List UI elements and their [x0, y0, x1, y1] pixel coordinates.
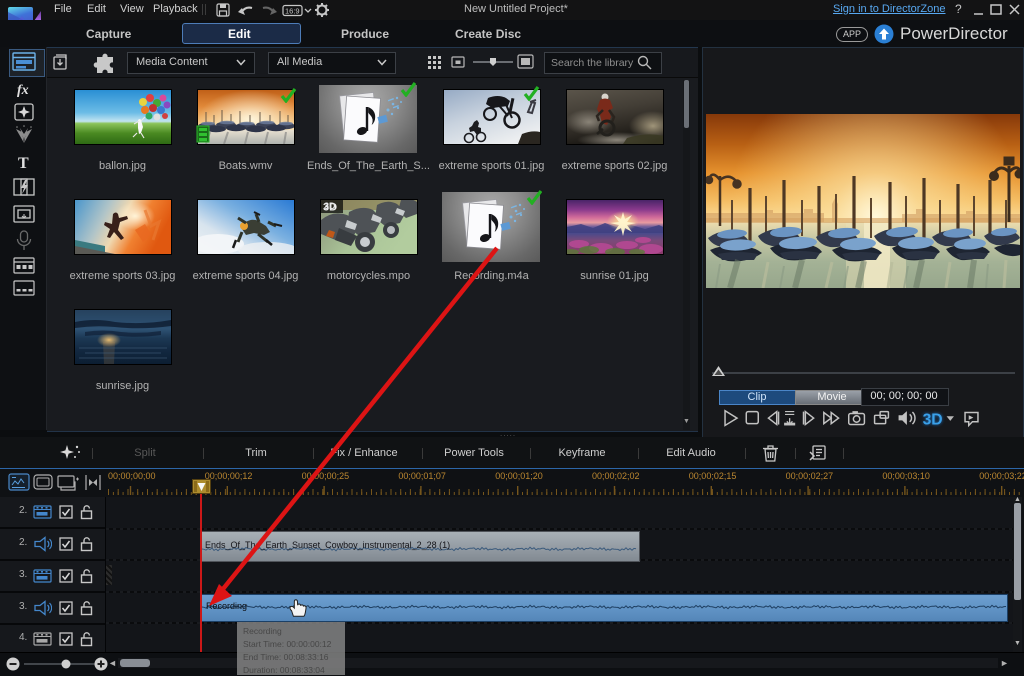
svg-text:fx: fx: [17, 83, 29, 98]
svg-text:T: T: [18, 155, 29, 172]
svg-text:16:9: 16:9: [285, 7, 300, 16]
svg-text:3D: 3D: [923, 412, 943, 429]
